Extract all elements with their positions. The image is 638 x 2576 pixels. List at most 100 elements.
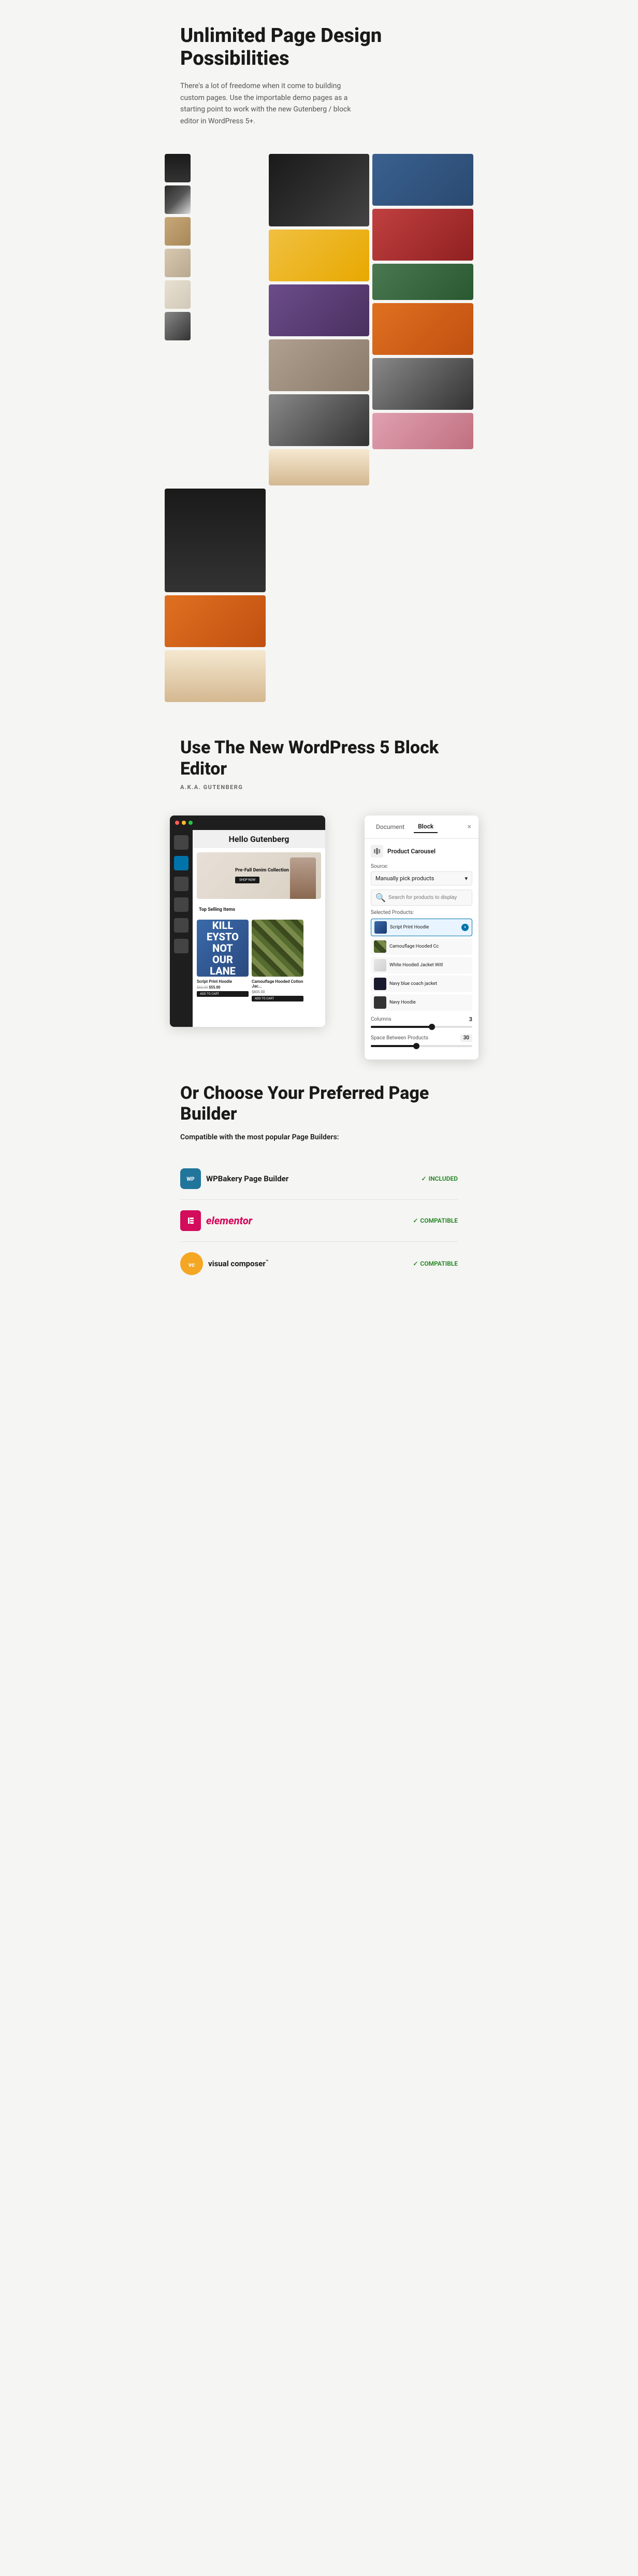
space-label: Space Between Products [371,1035,428,1041]
wp-hero-banner: Pre-Fall Denim Collection SHOP NOW [197,852,321,899]
selected-products-label: Selected Products: [371,910,472,915]
columns-value: 3 [469,1016,472,1023]
product3-thumbnail [374,959,386,971]
gallery-item [269,284,370,336]
search-icon: 🔍 [375,893,386,903]
nav-icon-5 [174,918,189,933]
gallery-item [165,280,191,309]
elementor-builder-item: elementor COMPATIBLE [180,1200,458,1242]
nav-icon-4 [174,897,189,912]
vc-logo: vc visual composer™ [180,1252,269,1275]
nav-icon-2 [174,856,189,870]
block-editor-section: Use The New WordPress 5 Block Editor A.K… [160,712,479,1058]
wp-carousel-item-1: KILLEYSTONOTOURLANE Script Print Hoodie … [197,920,249,1001]
search-products-input[interactable] [388,895,468,900]
block-icon-row: Product Carousel [371,845,472,857]
wp-topbar [170,815,325,830]
gallery-item [165,217,191,246]
vc-tm: ™ [266,1260,269,1265]
wp-product1-price-old: $66.00 [197,985,208,990]
wp-editor-preview: Hello Gutenberg Pre-Fall Denim Collectio… [170,815,325,1027]
space-value: 30 [460,1034,472,1042]
elementor-icon [180,1210,201,1231]
wpbakery-status: INCLUDED [422,1175,458,1182]
nav-icon-3 [174,877,189,891]
wp-product1-add-to-cart[interactable]: ADD TO CART [197,991,249,997]
vc-builder-item: vc visual composer™ COMPATIBLE [180,1242,458,1285]
columns-row: Columns 3 [371,1016,472,1023]
page-builder-description: Compatible with the most popular Page Bu… [180,1133,458,1141]
elementor-logo-svg [184,1214,197,1227]
gallery-col-1 [269,154,370,485]
nav-icon-1 [174,835,189,850]
tab-document[interactable]: Document [372,821,409,833]
wpbakery-logo: WP WPBakery Page Builder [180,1168,288,1189]
vc-status: COMPATIBLE [413,1260,458,1267]
selected-product-2[interactable]: Camouflage Hooded Cc [371,938,472,955]
selected-product-4[interactable]: Navy blue coach jacket [371,976,472,992]
elementor-name: elementor [206,1214,252,1227]
columns-slider-thumb[interactable] [429,1024,435,1030]
source-label: Source: [371,864,472,869]
wp-top-selling-section: Top Selling Items [193,903,325,920]
gallery-item [165,249,191,277]
columns-slider[interactable] [371,1026,472,1028]
gallery-col-3 [165,489,266,702]
wp-content-area: Hello Gutenberg Pre-Fall Denim Collectio… [193,830,325,1027]
product1-thumbnail [374,921,387,934]
wp-editor-body: Hello Gutenberg Pre-Fall Denim Collectio… [170,830,325,1027]
wp-carousel-item-2: Camouflage Hooded Cotton Jac... $805.00 … [252,920,303,1001]
svg-text:vc: vc [189,1261,195,1268]
wp-product2-name: Camouflage Hooded Cotton Jac... [252,979,303,989]
wp-hero-btn[interactable]: SHOP NOW [235,877,259,883]
vc-icon: vc [180,1252,203,1275]
chevron-down-icon: ▾ [465,875,468,882]
space-slider[interactable] [371,1045,472,1047]
gutenberg-label: A.K.A. GUTENBERG [180,784,458,791]
gallery-grid [160,144,479,712]
gallery-item [372,413,473,449]
vc-status-label: COMPATIBLE [420,1260,458,1267]
hero-section: Unlimited Page Design Possibilities Ther… [160,0,479,712]
product4-thumbnail [374,978,386,990]
hero-title: Unlimited Page Design Possibilities [180,25,458,70]
block-panel-body: Product Carousel Source: Manually pick p… [365,839,479,1060]
gallery-item [372,358,473,410]
carousel-svg-icon [373,848,381,855]
gallery-col-2 [372,154,473,485]
gallery-item [165,154,191,182]
vc-logo-svg: vc [180,1252,203,1275]
product-carousel-label: Product Carousel [387,848,436,855]
gallery-item [269,230,370,281]
nav-icon-6 [174,939,189,953]
panel-close-button[interactable]: × [468,823,471,831]
gallery-item [165,650,266,702]
wpbakery-name: WPBakery Page Builder [206,1174,288,1183]
search-products-box[interactable]: 🔍 [371,890,472,906]
window-close-dot [175,821,179,825]
wp-product2-add-to-cart[interactable]: ADD TO CART [252,996,303,1001]
wp-product2-price: $805.00 [252,990,303,994]
gallery-item [372,209,473,261]
product1-remove-button[interactable]: × [461,924,469,931]
gallery-item [372,303,473,355]
product5-thumbnail [374,996,386,1009]
source-select[interactable]: Manually pick products ▾ [371,871,472,885]
selected-product-3[interactable]: White Hooded Jacket Witl [371,957,472,974]
space-row: Space Between Products 30 [371,1034,472,1042]
product2-name: Camouflage Hooded Cc [389,944,469,949]
space-slider-thumb[interactable] [413,1043,419,1049]
gallery-item [165,595,266,647]
wp-left-nav [170,830,193,1027]
elementor-logo: elementor [180,1210,252,1231]
selected-product-5[interactable]: Navy Hoodie [371,994,472,1011]
tab-block[interactable]: Block [414,821,438,833]
block-panel: Document Block × Product Carousel Source [365,815,479,1060]
product4-name: Navy blue coach jacket [389,981,469,986]
selected-product-1[interactable]: Script Print Hoodie × [371,919,472,936]
elementor-status: COMPATIBLE [413,1217,458,1224]
product1-name: Script Print Hoodie [390,925,458,930]
product5-name: Navy Hoodie [389,1000,469,1005]
block-panel-header: Document Block × [365,815,479,839]
gallery-item [372,264,473,300]
